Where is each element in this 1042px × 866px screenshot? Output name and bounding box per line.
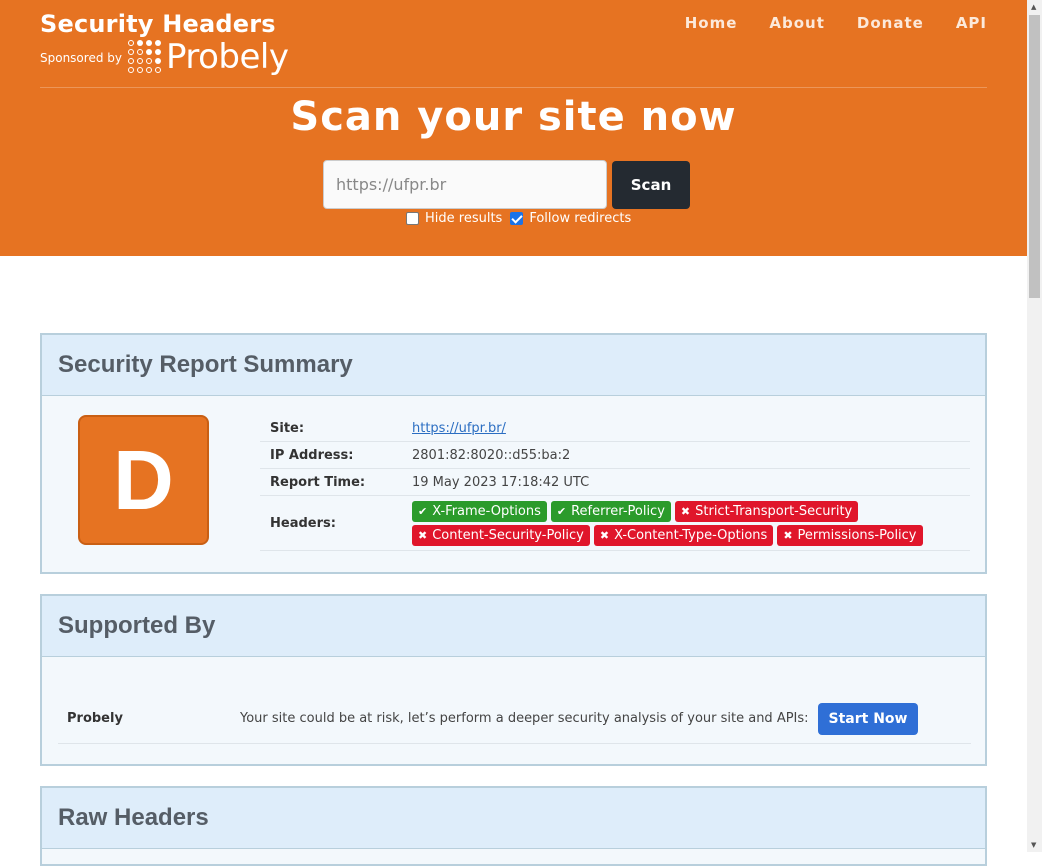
nav-home[interactable]: Home (685, 14, 738, 32)
scan-button[interactable]: Scan (612, 161, 690, 209)
report-time-value: 19 May 2023 17:18:42 UTC (412, 474, 590, 490)
grade-badge: D (78, 415, 209, 545)
ip-label: IP Address: (270, 447, 354, 463)
supported-heading: Supported By (42, 596, 985, 657)
site-link[interactable]: https://ufpr.br/ (412, 421, 506, 436)
site-label: Site: (270, 420, 305, 436)
sponsor-text: Your site could be at risk, let’s perfor… (240, 711, 809, 726)
hide-results-checkbox[interactable] (406, 212, 419, 225)
scan-form: Scan (323, 160, 690, 209)
report-info-table: Site: https://ufpr.br/ IP Address: 2801:… (260, 415, 970, 551)
scroll-down-icon[interactable]: ▼ (1031, 841, 1036, 849)
cross-icon: ✖ (783, 528, 793, 542)
url-input[interactable] (323, 160, 607, 209)
header-badge[interactable]: ✖ Permissions-Policy (777, 524, 923, 546)
raw-headers-panel: Raw Headers (40, 786, 987, 866)
header-badge[interactable]: ✔ X-Frame-Options (412, 500, 547, 522)
nav-api[interactable]: API (956, 14, 987, 32)
header-badge[interactable]: ✖ Strict-Transport-Security (674, 500, 859, 522)
scan-title: Scan your site now (290, 94, 737, 140)
follow-redirects-checkbox[interactable] (510, 212, 524, 225)
check-icon: ✔ (556, 504, 567, 518)
supported-panel: Supported By Probely Your site could be … (40, 594, 987, 766)
raw-headers-heading: Raw Headers (42, 788, 985, 849)
sponsor-line[interactable]: Sponsored by Probely (40, 40, 289, 74)
table-row: Site: https://ufpr.br/ (260, 415, 970, 442)
cross-icon: ✖ (599, 528, 610, 542)
sponsor-row: Probely Your site could be at risk, let’… (58, 694, 971, 744)
site-header: Security Headers Sponsored by Probely Ho… (0, 0, 1027, 256)
cross-icon: ✖ (680, 504, 691, 518)
header-badge[interactable]: ✖ X-Content-Type-Options (593, 524, 774, 546)
probely-logo-text: Probely (165, 37, 289, 77)
table-row: IP Address: 2801:82:8020::d55:ba:2 (260, 442, 970, 469)
page-scrollbar[interactable]: ▲ ▼ (1027, 0, 1042, 852)
summary-panel: Security Report Summary D Site: https://… (40, 333, 987, 574)
header-badge[interactable]: ✔ Referrer-Policy (550, 500, 671, 522)
site-title[interactable]: Security Headers (40, 10, 276, 38)
ip-value: 2801:82:8020::d55:ba:2 (412, 447, 571, 463)
nav-donate[interactable]: Donate (857, 14, 924, 32)
sponsored-by-label: Sponsored by (40, 51, 122, 65)
headers-label: Headers: (270, 515, 336, 531)
table-row: Headers: ✔ X-Frame-Options ✔ Referrer-Poli… (260, 496, 970, 551)
start-now-button[interactable]: Start Now (818, 702, 918, 735)
scan-options: Hide results Follow redirects (406, 211, 631, 226)
check-icon: ✔ (418, 504, 428, 518)
hide-results-option[interactable]: Hide results (406, 211, 502, 226)
cross-icon: ✖ (418, 528, 428, 542)
scroll-thumb[interactable] (1029, 15, 1040, 298)
report-time-label: Report Time: (270, 474, 366, 490)
main-nav: Home About Donate API (685, 14, 987, 32)
scroll-up-icon[interactable]: ▲ (1031, 3, 1036, 11)
probely-logo-icon (127, 40, 162, 74)
table-row: Report Time: 19 May 2023 17:18:42 UTC (260, 469, 970, 496)
follow-redirects-label: Follow redirects (529, 211, 632, 226)
nav-about[interactable]: About (769, 14, 825, 32)
summary-heading: Security Report Summary (42, 335, 985, 396)
follow-redirects-option[interactable]: Follow redirects (510, 211, 631, 226)
hide-results-label: Hide results (425, 211, 503, 226)
sponsor-name: Probely (67, 711, 123, 726)
header-badges: ✔ X-Frame-Options ✔ Referrer-Policy ✖ Stric… (412, 500, 932, 546)
header-divider (40, 87, 987, 88)
header-badge[interactable]: ✖ Content-Security-Policy (412, 524, 590, 546)
